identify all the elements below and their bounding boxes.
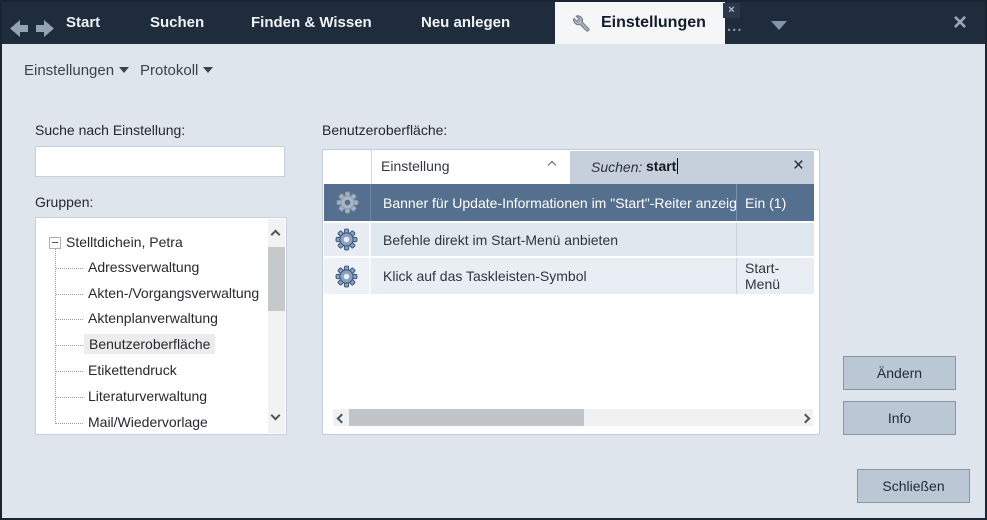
setting-name: Klick auf das Taskleisten-Symbol	[371, 268, 736, 284]
tab-close-icon[interactable]: ×	[723, 3, 740, 18]
settings-panel-title: Benutzeroberfläche:	[322, 122, 447, 138]
tab-bar: Start Suchen Finden & Wissen Neu anlegen…	[2, 2, 985, 44]
tree-root-user[interactable]: Stelltdichein, Petra	[66, 234, 183, 250]
chevron-down-icon	[119, 67, 129, 73]
tab-suchen[interactable]: Suchen	[150, 2, 204, 44]
scroll-down-icon[interactable]	[272, 406, 279, 424]
tree-collapse-icon[interactable]	[49, 237, 61, 249]
setting-value	[736, 223, 814, 256]
active-tab-label: Einstellungen	[601, 14, 706, 32]
gear-icon	[324, 223, 371, 256]
tree-connector	[56, 345, 83, 346]
back-arrow-icon[interactable]	[10, 20, 31, 37]
table-row[interactable]: Banner für Update-Informationen im "Star…	[324, 184, 814, 221]
gear-icon	[324, 258, 371, 294]
setting-name: Banner für Update-Informationen im "Star…	[371, 195, 736, 211]
groups-tree: Stelltdichein, Petra Adressverwaltung Ak…	[35, 217, 287, 435]
table-search-label: Suchen:	[591, 159, 642, 175]
tree-item-benutzeroberflaeche[interactable]: Benutzeroberfläche	[84, 334, 215, 354]
tree-item-aktenplanverwaltung[interactable]: Aktenplanverwaltung	[88, 310, 218, 326]
column-divider	[371, 150, 372, 184]
table-row[interactable]: Klick auf das Taskleisten-Symbol Start-M…	[324, 258, 814, 294]
tab-overflow[interactable]: ...	[727, 18, 743, 35]
horizontal-scrollbar-thumb[interactable]	[349, 409, 584, 426]
horizontal-scrollbar[interactable]	[333, 409, 813, 426]
search-setting-label: Suche nach Einstellung:	[35, 122, 185, 138]
tree-connector	[56, 423, 83, 424]
wrench-icon	[569, 12, 591, 34]
window-close-icon[interactable]: ×	[953, 9, 967, 37]
gear-icon	[324, 184, 371, 221]
tree-connector	[56, 397, 83, 398]
setting-value: Start-Menü	[736, 258, 814, 294]
tree-item-adressverwaltung[interactable]: Adressverwaltung	[88, 259, 199, 275]
tab-neu-anlegen[interactable]: Neu anlegen	[421, 2, 510, 44]
info-button[interactable]: Info	[843, 401, 956, 435]
table-row[interactable]: Befehle direkt im Start-Menü anbieten	[324, 223, 814, 256]
tab-dropdown-icon[interactable]	[771, 21, 787, 30]
tab-einstellungen-active[interactable]: Einstellungen	[555, 2, 725, 44]
forward-arrow-icon[interactable]	[33, 20, 54, 37]
schliessen-button[interactable]: Schließen	[857, 469, 970, 503]
table-search-box[interactable]: Suchen: start ×	[570, 151, 814, 186]
tab-start[interactable]: Start	[66, 2, 100, 44]
chevron-down-icon	[203, 67, 213, 73]
menu-einstellungen[interactable]: Einstellungen	[24, 62, 129, 79]
table-search-value[interactable]: start	[646, 158, 678, 174]
tree-scrollbar[interactable]	[268, 219, 285, 433]
settings-table: Einstellung Suchen: start ×	[322, 149, 820, 435]
tree-connector	[56, 371, 83, 372]
column-header-einstellung[interactable]: Einstellung	[381, 158, 450, 174]
scroll-left-icon[interactable]	[333, 409, 349, 427]
tree-connector	[56, 268, 83, 269]
setting-value: Ein (1)	[736, 184, 814, 221]
tab-finden-wissen[interactable]: Finden & Wissen	[251, 2, 372, 44]
tree-item-etikettendruck[interactable]: Etikettendruck	[88, 362, 177, 378]
aendern-button[interactable]: Ändern	[843, 356, 956, 390]
tree-item-literaturverwaltung[interactable]: Literaturverwaltung	[88, 388, 207, 404]
tree-item-mail-wiedervorlage[interactable]: Mail/Wiedervorlage	[88, 414, 208, 430]
scroll-up-icon[interactable]	[272, 225, 279, 243]
scroll-right-icon[interactable]	[797, 409, 813, 427]
tree-scrollbar-thumb[interactable]	[268, 247, 285, 311]
menu-protokoll-label: Protokoll	[140, 62, 198, 79]
tree-connector	[56, 294, 83, 295]
menu-protokoll[interactable]: Protokoll	[140, 62, 213, 79]
settings-window: Start Suchen Finden & Wissen Neu anlegen…	[0, 0, 987, 520]
menu-einstellungen-label: Einstellungen	[24, 62, 114, 79]
groups-label: Gruppen:	[35, 194, 93, 210]
table-search-close-icon[interactable]: ×	[793, 155, 804, 177]
setting-name: Befehle direkt im Start-Menü anbieten	[371, 232, 736, 248]
tree-connector	[56, 319, 83, 320]
tree-item-akten-vorgangsverwaltung[interactable]: Akten-/Vorgangsverwaltung	[88, 285, 259, 301]
sort-asc-icon[interactable]	[549, 155, 555, 173]
search-setting-input[interactable]	[35, 146, 285, 177]
